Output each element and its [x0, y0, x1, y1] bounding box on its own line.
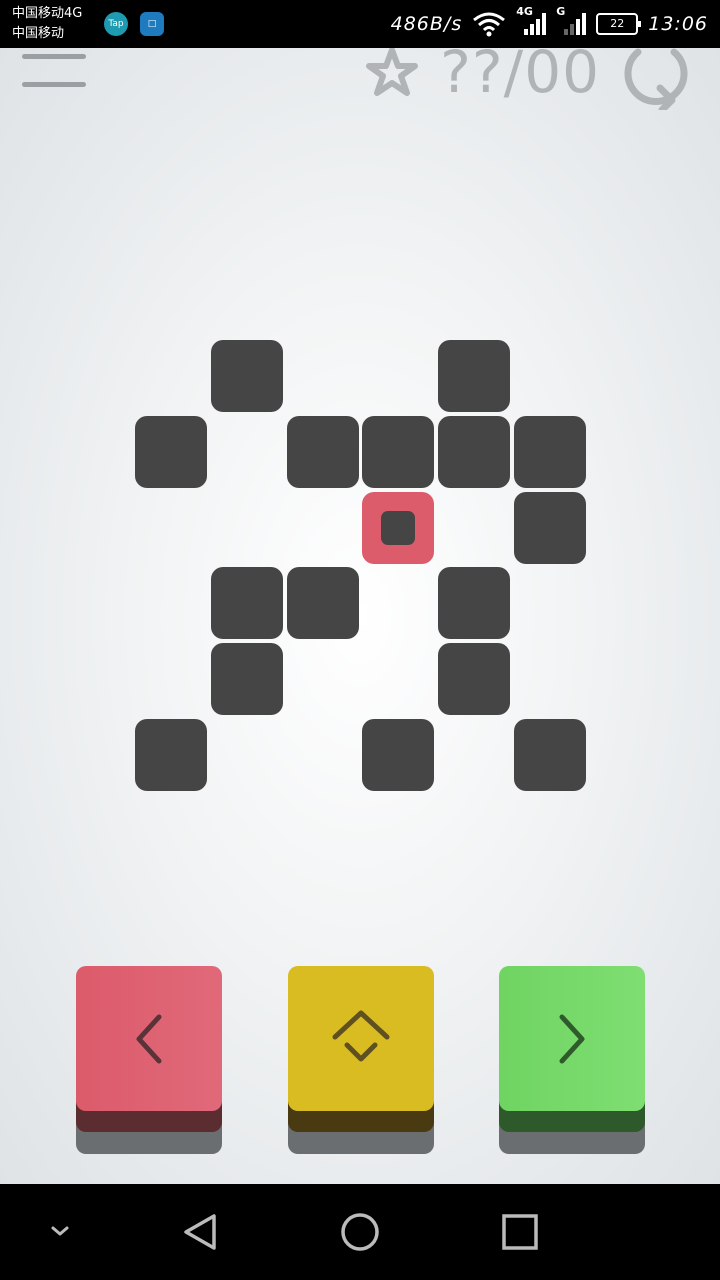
puzzle-board: [0, 48, 720, 948]
block-tile: [514, 492, 586, 564]
block-tile: [362, 719, 434, 791]
back-icon[interactable]: [180, 1212, 220, 1252]
recents-icon[interactable]: [500, 1212, 540, 1252]
carrier-label-1: 中国移动4G: [12, 6, 83, 21]
game-screen: ??/00: [0, 48, 720, 1184]
jump-button[interactable]: [288, 966, 434, 1154]
block-tile: [287, 416, 359, 488]
battery-indicator: 22: [596, 13, 642, 35]
wifi-icon: [473, 12, 506, 37]
block-tile: [135, 719, 207, 791]
block-tile: [438, 340, 510, 412]
block-tile: [514, 719, 586, 791]
navigation-bar: [0, 1184, 720, 1280]
block-tile: [362, 416, 434, 488]
chevron-left-icon: [136, 1014, 162, 1063]
collapse-icon[interactable]: [48, 1220, 72, 1244]
clock: 13:06: [648, 13, 708, 35]
block-tile: [438, 416, 510, 488]
block-tile: [438, 643, 510, 715]
move-left-button[interactable]: [76, 966, 222, 1154]
block-tile: [287, 567, 359, 639]
jump-diamond-icon: [332, 1010, 390, 1061]
block-tile: [514, 416, 586, 488]
app-notification-icon: □: [140, 12, 164, 36]
carrier-info: 中国移动4G 中国移动: [12, 4, 82, 44]
status-indicators: 486B/s 4G G 22 13:06: [391, 0, 708, 48]
taptap-notification-icon: Tap: [104, 12, 128, 36]
block-tile: [135, 416, 207, 488]
signal-4g-icon: 4G: [516, 5, 547, 39]
signal-g-icon: G: [556, 5, 587, 39]
block-tile: [211, 340, 283, 412]
block-tile: [211, 643, 283, 715]
move-right-button[interactable]: [499, 966, 645, 1154]
player-block: [362, 492, 434, 564]
status-bar: 中国移动4G 中国移动 Tap □ 486B/s 4G G 22 13:06: [0, 0, 720, 48]
carrier-label-2: 中国移动: [12, 26, 65, 41]
chevron-right-icon: [559, 1014, 585, 1063]
block-tile: [211, 567, 283, 639]
block-tile: [438, 567, 510, 639]
network-speed: 486B/s: [390, 13, 463, 35]
home-icon[interactable]: [340, 1212, 380, 1252]
